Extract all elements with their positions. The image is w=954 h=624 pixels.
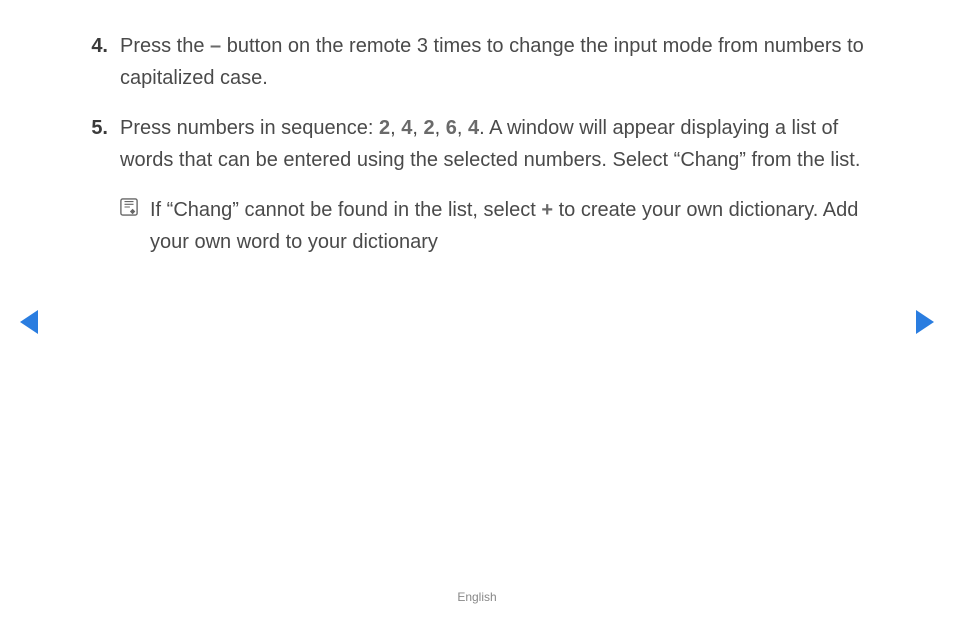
item-number-5: 5.	[80, 112, 120, 176]
note-text: If “Chang” cannot be found in the list, …	[150, 194, 874, 258]
text-segment: Press the	[120, 35, 210, 57]
item-text-4: Press the – button on the remote 3 times…	[120, 30, 874, 94]
seq-num: 2	[379, 117, 390, 139]
text-segment: If “Chang” cannot be found in the list, …	[150, 199, 541, 221]
minus-symbol: –	[210, 35, 221, 57]
comma: ,	[390, 117, 401, 139]
text-segment: button on the remote 3 times to change t…	[120, 35, 864, 89]
note-item: If “Chang” cannot be found in the list, …	[120, 194, 874, 258]
comma: ,	[435, 117, 446, 139]
comma: ,	[457, 117, 468, 139]
plus-symbol: +	[541, 199, 553, 221]
footer-language: English	[0, 590, 954, 604]
prev-page-arrow[interactable]	[20, 310, 38, 334]
note-icon	[120, 194, 150, 258]
list-item-4: 4. Press the – button on the remote 3 ti…	[80, 30, 874, 94]
seq-num: 2	[424, 117, 435, 139]
item-number-4: 4.	[80, 30, 120, 94]
content-area: 4. Press the – button on the remote 3 ti…	[0, 0, 954, 258]
next-page-arrow[interactable]	[916, 310, 934, 334]
comma: ,	[412, 117, 423, 139]
seq-num: 4	[468, 117, 479, 139]
list-item-5: 5. Press numbers in sequence: 2, 4, 2, 6…	[80, 112, 874, 176]
item-text-5: Press numbers in sequence: 2, 4, 2, 6, 4…	[120, 112, 874, 176]
text-segment: Press numbers in sequence:	[120, 117, 379, 139]
seq-num: 6	[446, 117, 457, 139]
seq-num: 4	[401, 117, 412, 139]
